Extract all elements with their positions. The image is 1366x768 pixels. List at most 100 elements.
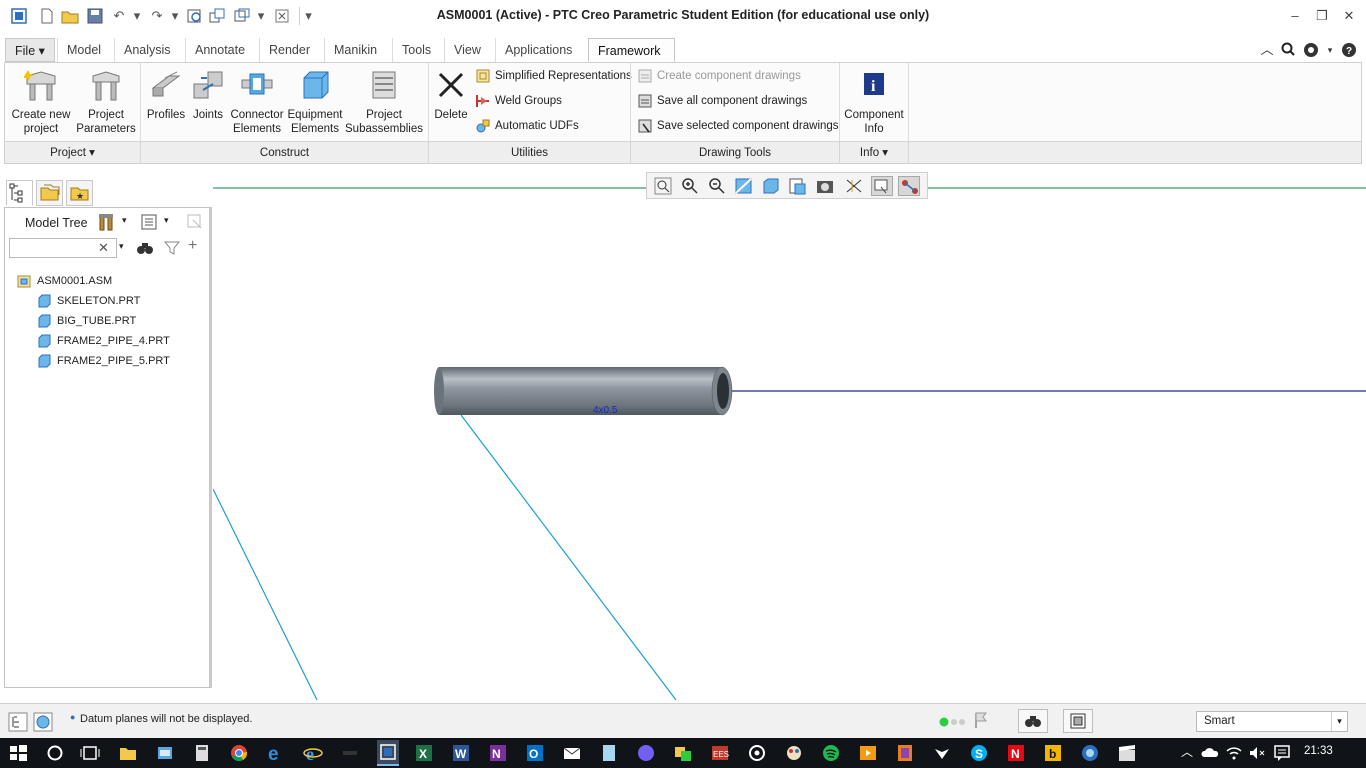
tree-filter-disabled-icon[interactable] [185,212,205,232]
notes-icon[interactable] [599,743,619,763]
zoom-in-icon[interactable] [679,176,701,196]
flag-icon[interactable] [973,711,989,732]
mail-icon[interactable] [562,743,582,763]
ptc-community-icon[interactable] [1303,42,1319,58]
tab-framework[interactable]: Framework [588,38,675,62]
show-navigator-icon[interactable] [8,712,28,732]
save-icon[interactable] [86,7,104,25]
new-file-icon[interactable] [38,7,56,25]
regeneration-status-icon[interactable] [938,716,968,731]
display-style-icon[interactable] [760,176,782,196]
tab-render[interactable]: Render [259,38,319,62]
app-circle-icon[interactable] [747,743,767,763]
repaint-icon[interactable] [733,176,755,196]
minimize-button[interactable]: – [1282,6,1308,26]
clear-search-icon[interactable]: ✕ [98,240,109,256]
saved-orientations-icon[interactable] [787,176,809,196]
creo-taskbar-icon[interactable] [377,740,399,766]
collapse-ribbon-icon[interactable]: ︿ [1259,42,1275,58]
open-file-icon[interactable] [61,7,79,25]
project-subassemblies-button[interactable]: Project Subassemblies [345,68,423,136]
save-all-component-drawings-button[interactable]: Save all component drawings [637,91,807,111]
tab-manikin[interactable]: Manikin [324,38,386,62]
switch-windows-icon[interactable] [208,7,226,25]
selection-box-button[interactable] [1063,709,1093,733]
windows-dropdown-icon[interactable]: ▾ [252,7,270,25]
film-app-icon[interactable] [895,743,915,763]
skype-icon[interactable]: S [969,743,989,763]
project-parameters-button[interactable]: Project Parameters [75,68,137,136]
tree-item-part[interactable]: BIG_TUBE.PRT [37,311,136,331]
excel-icon[interactable]: X [414,743,434,763]
big-tube-model[interactable] [434,366,733,416]
app-menu-icon[interactable] [10,7,28,25]
tree-item-part[interactable]: FRAME2_PIPE_4.PRT [37,331,170,351]
profiles-button[interactable]: Profiles [145,68,187,122]
search-dropdown-icon[interactable]: ▾ [119,241,124,252]
paint-app-icon[interactable] [784,743,804,763]
edge-icon[interactable]: e [266,743,286,765]
calculator-icon[interactable] [192,743,212,763]
graphics-window[interactable]: 4x0.5 [213,165,1366,700]
tab-analysis[interactable]: Analysis [114,38,180,62]
search-icon[interactable] [1280,42,1296,58]
file-explorer-icon[interactable] [118,743,138,763]
undo-icon[interactable]: ↶ [110,7,128,25]
view-manager-icon[interactable] [814,176,836,196]
chevron-down-icon[interactable]: ▾ [1331,712,1347,731]
help-icon[interactable]: ? [1341,42,1357,58]
find-button[interactable] [1018,709,1048,733]
onedrive-icon[interactable] [1200,743,1220,763]
tab-tools[interactable]: Tools [392,38,440,62]
task-view-icon[interactable] [80,743,100,763]
simplified-representations-button[interactable]: Simplified Representations [475,66,632,86]
automatic-udfs-button[interactable]: Automatic UDFs [475,116,579,136]
customize-toolbar-icon[interactable]: ▾ [299,7,317,25]
file-menu[interactable]: File ▾ [5,38,55,62]
annotation-display-icon[interactable] [871,176,893,196]
wifi-icon[interactable] [1224,743,1244,763]
equipment-elements-button[interactable]: Equipment Elements [287,68,343,136]
delete-button[interactable]: Delete [433,68,469,122]
sticky-app-icon[interactable] [673,743,693,763]
redo-icon[interactable]: ↷ [148,7,166,25]
create-component-drawings-button[interactable]: Create component drawings [637,66,801,86]
tree-search-input[interactable]: ✕ [9,238,117,258]
internet-explorer-icon[interactable]: e [303,743,323,764]
control-panel-icon[interactable] [155,743,175,763]
redo-dropdown-icon[interactable]: ▾ [166,7,184,25]
windows-start-icon[interactable] [8,743,28,763]
tree-filter-icon[interactable] [163,239,181,257]
maps-app-icon[interactable] [1080,743,1100,763]
tab-model-tree[interactable] [6,180,33,206]
tree-item-part[interactable]: FRAME2_PIPE_5.PRT [37,351,170,371]
undo-dropdown-icon[interactable]: ▾ [128,7,146,25]
video-app-icon[interactable] [858,743,878,763]
refit-icon[interactable] [652,176,674,196]
group-info[interactable]: Info ▾ [840,142,909,164]
cortana-icon[interactable] [45,743,65,763]
zoom-out-icon[interactable] [706,176,728,196]
viber-icon[interactable] [636,743,656,763]
close-button[interactable]: ✕ [1336,6,1362,26]
onenote-icon[interactable]: N [488,743,508,763]
create-new-project-button[interactable]: Create new project [9,68,73,136]
bing-icon[interactable]: b [1043,743,1063,763]
tab-applications[interactable]: Applications [495,38,581,62]
outlook-icon[interactable]: O [525,743,545,763]
regenerate-icon[interactable] [186,7,204,25]
clapper-app-icon[interactable] [1117,743,1137,763]
tab-annotate[interactable]: Annotate [185,38,254,62]
action-center-icon[interactable] [1272,743,1292,763]
tab-folder-browser[interactable] [36,180,63,206]
tree-settings-dropdown-icon[interactable]: ▾ [122,215,127,226]
show-hidden-icons-icon[interactable]: ︿ [1177,743,1197,763]
tab-view[interactable]: View [444,38,490,62]
tab-model[interactable]: Model [57,38,110,62]
chrome-icon[interactable] [229,743,249,763]
show-columns-icon[interactable] [139,212,159,232]
weld-groups-button[interactable]: Weld Groups [475,91,562,111]
restore-button[interactable]: ❐ [1309,6,1335,26]
component-info-button[interactable]: i Component Info [843,68,905,136]
tree-settings-icon[interactable] [97,212,117,232]
